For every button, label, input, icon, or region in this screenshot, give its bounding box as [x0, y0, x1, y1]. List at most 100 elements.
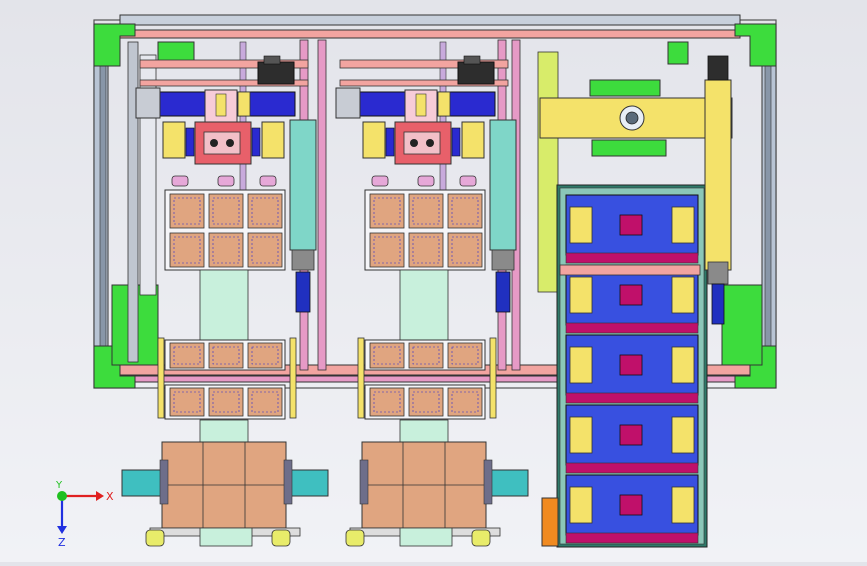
right-cylinder-base [707, 261, 729, 285]
tray-cell [408, 232, 444, 268]
sensor-block [461, 121, 485, 159]
orange-stop [541, 497, 559, 547]
sensor-block [162, 121, 186, 159]
carrier-yellow-block [671, 206, 695, 244]
tray-cell [447, 232, 483, 268]
right-cylinder-rod [711, 283, 725, 325]
actuator-end-block [135, 87, 161, 119]
blue-bracket [185, 127, 195, 157]
tray-cell [369, 232, 405, 268]
cyan-slider-left [121, 469, 163, 497]
carrier-yellow-block [671, 416, 695, 454]
cylinder-base [291, 249, 315, 271]
carrier-yellow-block [671, 276, 695, 314]
carrier-magenta-strip [565, 462, 699, 474]
roller-wheel [345, 529, 365, 547]
belt-window [399, 419, 449, 443]
carrier-yellow-block [569, 276, 593, 314]
tray-cell [169, 193, 205, 229]
tray-cell [369, 193, 405, 229]
tray-cell [208, 232, 244, 268]
green-mount-plate [589, 79, 661, 97]
nozzle [426, 139, 434, 147]
x-arrowhead [96, 491, 104, 501]
sensor-block [362, 121, 386, 159]
carrier-yellow-block [569, 206, 593, 244]
frame-top-beam [119, 14, 741, 26]
belt-window [199, 419, 249, 443]
y-axis-label: Y [55, 480, 63, 491]
pneumatic-cylinder [289, 119, 317, 251]
servo-motor-cap [463, 55, 481, 65]
roller-wheel [471, 529, 491, 547]
carriage-insert [215, 93, 227, 117]
frame-right-slot [764, 59, 772, 361]
actuator-end-block [335, 87, 361, 119]
roller-window [199, 527, 253, 547]
latch [217, 175, 235, 187]
roller-wheel [271, 529, 291, 547]
tray-guide [289, 337, 297, 419]
carrier-pad [619, 494, 643, 516]
z-axis-label: Z [58, 536, 66, 549]
belt-window [399, 269, 449, 341]
cyan-slider-right [287, 469, 329, 497]
nozzle [210, 139, 218, 147]
assembly-drawing: X Y Z [55, 14, 777, 549]
tray-cell [247, 193, 283, 229]
carrier-stack [565, 194, 699, 544]
nozzle [226, 139, 234, 147]
suction-head-core [403, 131, 441, 155]
carrier-yellow-block [671, 346, 695, 384]
latch [371, 175, 389, 187]
latch [259, 175, 277, 187]
slider-clamp [159, 459, 169, 505]
slider-clamp [483, 459, 493, 505]
servo-motor-cap [263, 55, 281, 65]
blue-bracket [251, 127, 261, 157]
right-motor [707, 55, 729, 81]
right-conveyor-module[interactable] [539, 55, 733, 548]
green-mount-plate [591, 139, 667, 157]
carrier-pad [619, 284, 643, 306]
y-axis-dot [57, 491, 67, 501]
rail-yellow-green [537, 51, 559, 293]
carrier-pad [619, 354, 643, 376]
suction-head-core [203, 131, 241, 155]
nozzle [410, 139, 418, 147]
tray-guide [357, 337, 365, 419]
sensor-block [261, 121, 285, 159]
middle-pick-module[interactable] [335, 55, 529, 547]
cylinder-rod-mount [495, 271, 511, 313]
latch [171, 175, 189, 187]
slider-clamp [283, 459, 293, 505]
z-arrowhead [57, 526, 67, 534]
carrier-pad [619, 424, 643, 446]
carrier-yellow-block [569, 346, 593, 384]
pneumatic-cylinder [489, 119, 517, 251]
tray-guide [157, 337, 165, 419]
rotary-hub [625, 111, 639, 125]
frame-left-slot [99, 59, 107, 361]
servo-motor [257, 61, 295, 85]
roller-window [399, 527, 453, 547]
rail-pink-2 [317, 39, 327, 371]
carrier-yellow-block [569, 486, 593, 524]
top-salmon-rail [119, 29, 741, 39]
corner-bracket-top-right [734, 23, 777, 67]
carriage-insert [415, 93, 427, 117]
cyan-slider-right [487, 469, 529, 497]
blue-bracket [451, 127, 461, 157]
conveyor-cross-bar [559, 264, 701, 276]
carrier-magenta-strip [565, 532, 699, 544]
latch [459, 175, 477, 187]
roller-wheel [145, 529, 165, 547]
cylinder-base [491, 249, 515, 271]
carrier-pad [619, 214, 643, 236]
cad-viewport[interactable]: X Y Z [0, 0, 867, 562]
tray-cell [447, 193, 483, 229]
carrier-magenta-strip [565, 252, 699, 264]
carrier-yellow-block [569, 416, 593, 454]
servo-motor [457, 61, 495, 85]
right-cylinder [704, 79, 732, 271]
